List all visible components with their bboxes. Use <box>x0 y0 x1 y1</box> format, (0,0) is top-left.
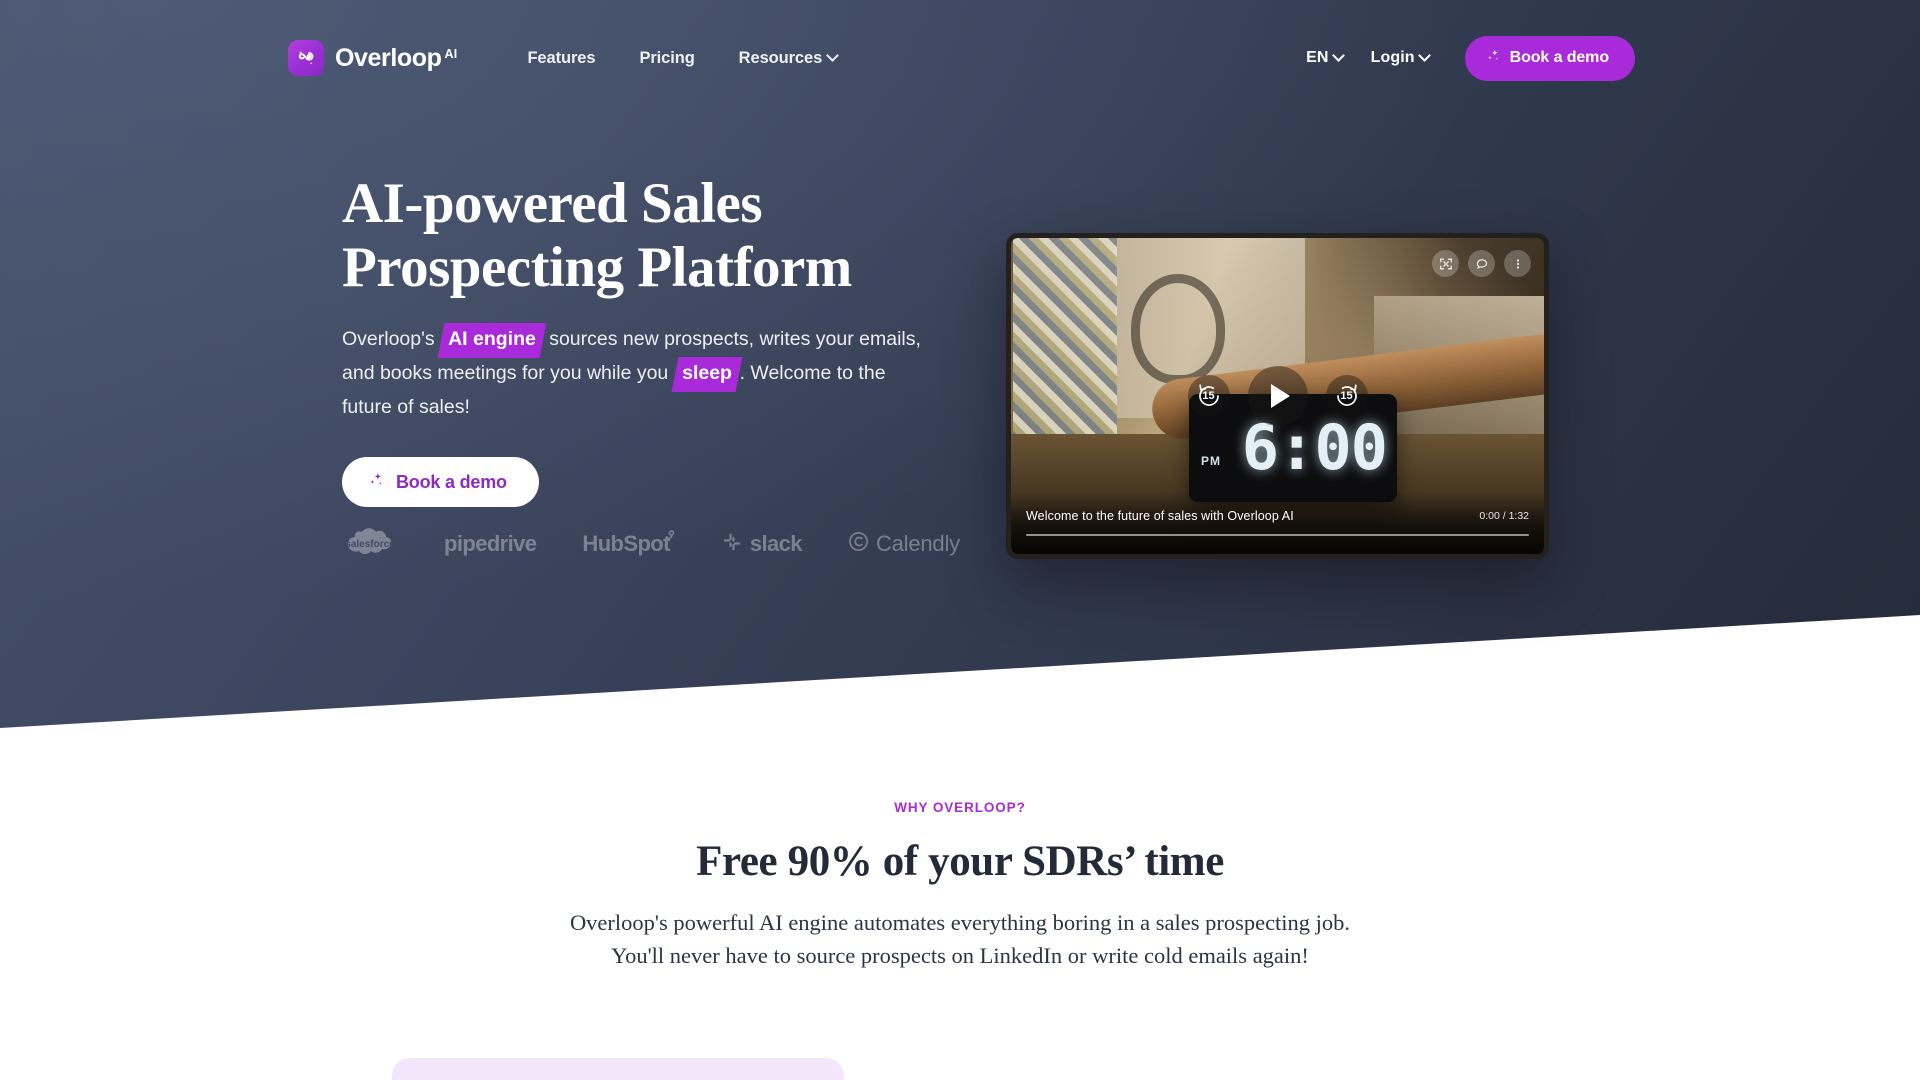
hero-content: AI-powered Sales Prospecting Platform Ov… <box>342 172 962 508</box>
brand-wordmark: Overloop AI <box>335 43 458 72</box>
logo-slack-label: slack <box>749 531 803 556</box>
login-menu[interactable]: Login <box>1370 48 1431 67</box>
hero-title-line-1: AI-powered Sales <box>342 172 763 235</box>
login-menu-label: Login <box>1370 49 1415 66</box>
nav-right-group: EN Login Book a demo <box>1306 35 1635 81</box>
hero-book-demo-button[interactable]: Book a demo <box>342 457 539 508</box>
logo-salesforce-label: salesforce <box>345 538 395 550</box>
video-time-display: 0:00 / 1:32 <box>1479 510 1529 522</box>
video-center-controls: 15 15 <box>1187 366 1368 426</box>
hubspot-sprocket-icon <box>661 529 675 549</box>
rewind-15-button[interactable]: 15 <box>1187 375 1230 417</box>
nav-book-demo-button[interactable]: Book a demo <box>1464 35 1635 81</box>
chevron-down-icon <box>1331 48 1345 62</box>
nav-item-resources[interactable]: Resources <box>738 48 840 68</box>
hero-title: AI-powered Sales Prospecting Platform <box>342 172 962 300</box>
video-progress-bar[interactable] <box>1026 533 1529 536</box>
forward-15-button[interactable]: 15 <box>1325 375 1368 417</box>
logo-slack: slack <box>721 531 803 558</box>
hero-highlight-ai-engine: AI engine <box>437 322 547 358</box>
slack-hash-icon <box>721 531 743 558</box>
salesforce-cloud-icon: salesforce <box>342 525 398 563</box>
hero-highlight-sleep-label: sleep <box>681 362 732 385</box>
language-selector[interactable]: EN <box>1306 48 1345 67</box>
video-title-caption: Welcome to the future of sales with Over… <box>1026 509 1294 523</box>
video-caption-row: Welcome to the future of sales with Over… <box>1026 509 1529 523</box>
brand-name: Overloop <box>335 43 442 72</box>
alarm-clock-time: 6:00 <box>1241 411 1388 484</box>
sparkle-icon <box>1486 48 1501 68</box>
calendly-c-icon <box>848 531 869 557</box>
logo-salesforce: salesforce <box>342 525 398 563</box>
logo-calendly: Calendly <box>848 531 960 557</box>
logo-pipedrive-label: pipedrive <box>444 531 537 556</box>
hero-title-line-2: Prospecting Platform <box>342 235 852 299</box>
chevron-down-icon <box>826 48 840 62</box>
why-overloop-section: WHY OVERLOOP? Free 90% of your SDRs’ tim… <box>0 800 1920 973</box>
brand-logo-link[interactable]: Overloop AI <box>288 40 457 76</box>
why-body: Overloop's powerful AI engine automates … <box>569 910 1351 969</box>
hero-video-player[interactable]: PM 6:00 15 15 Welcome to the future of s… <box>1006 233 1549 559</box>
hero-highlight-sleep: sleep <box>671 357 742 392</box>
chevron-down-icon <box>1417 48 1431 62</box>
logo-calendly-label: Calendly <box>875 531 960 556</box>
why-eyebrow: WHY OVERLOOP? <box>894 800 1026 815</box>
play-icon <box>1270 384 1290 408</box>
partner-logo-strip: salesforce pipedrive HubSpot slack Calen… <box>342 525 960 563</box>
fullscreen-icon[interactable] <box>1432 250 1459 277</box>
hero-subtitle: Overloop's AI engine sources new prospec… <box>342 322 932 424</box>
video-top-controls <box>1432 250 1531 277</box>
nav-book-demo-label: Book a demo <box>1509 49 1609 66</box>
video-bottom-bar: Welcome to the future of sales with Over… <box>1011 492 1544 554</box>
hero-subtitle-part-1: Overloop's <box>342 327 441 350</box>
nav-item-resources-label: Resources <box>738 48 823 67</box>
overloop-loop-mark-icon <box>288 40 324 76</box>
comment-bubble-icon[interactable] <box>1468 250 1495 277</box>
nav-item-features[interactable]: Features <box>527 49 595 68</box>
feature-card-partial[interactable] <box>392 1058 844 1080</box>
main-navigation: Overloop AI Features Pricing Resources E… <box>0 32 1920 84</box>
nav-links: Features Pricing Resources <box>527 48 840 68</box>
nav-item-features-label: Features <box>527 48 596 67</box>
nav-item-pricing[interactable]: Pricing <box>639 49 694 68</box>
page-root: Overloop AI Features Pricing Resources E… <box>0 0 1920 1080</box>
alarm-clock-meridiem: PM <box>1201 454 1221 468</box>
kebab-menu-icon[interactable] <box>1504 250 1531 277</box>
why-title: Free 90% of your SDRs’ time <box>696 838 1224 885</box>
hero-book-demo-label: Book a demo <box>396 471 507 492</box>
video-play-button[interactable] <box>1247 366 1308 426</box>
hero-highlight-ai-engine-label: AI engine <box>448 327 536 350</box>
logo-hubspot-label: HubSpot <box>582 531 670 556</box>
nav-item-pricing-label: Pricing <box>639 48 695 67</box>
logo-hubspot: HubSpot <box>582 529 675 557</box>
language-selector-label: EN <box>1306 49 1329 66</box>
brand-superscript: AI <box>444 46 458 61</box>
sparkle-icon <box>368 471 385 493</box>
logo-pipedrive: pipedrive <box>444 531 537 557</box>
